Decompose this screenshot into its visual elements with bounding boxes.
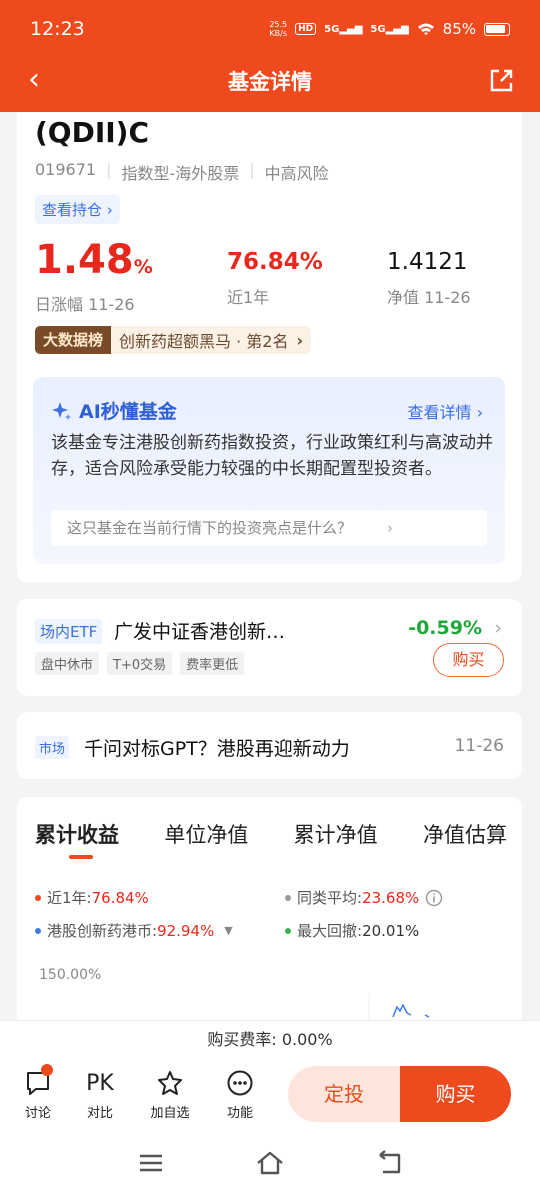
fund-stats: 1.48% 日涨幅 11-26 76.84% 近1年 1.4121 净值 11-…	[35, 238, 505, 314]
status-bar: 12:23 25.5 KB/s HD 5G▂▄▆ 5G▂▄▆ 85%	[0, 0, 540, 58]
day-change-label: 日涨幅 11-26	[35, 295, 135, 314]
back-nav-icon[interactable]	[375, 1148, 405, 1178]
fund-summary-card: (QDII)C 019671 | 指数型-海外股票 | 中高风险 查看持仓 › …	[17, 112, 522, 582]
view-holdings-button[interactable]: 查看持仓 ›	[35, 195, 120, 224]
ai-summary-panel: AI秒懂基金 查看详情 › 该基金专注港股创新药指数投资，行业政策红利与高波动并…	[33, 377, 505, 564]
menu-icon[interactable]	[136, 1148, 166, 1178]
performance-tabs: 累计收益 单位净值 累计净值 净值估算	[35, 819, 507, 849]
etf-tag: 场内ETF	[35, 619, 103, 644]
back-icon[interactable]: ‹	[28, 65, 40, 95]
tab-cumulative-nav[interactable]: 累计净值	[294, 819, 378, 849]
system-nav-bar	[0, 1132, 540, 1194]
ai-view-details-link[interactable]: 查看详情 ›	[408, 399, 484, 423]
rank-text: 创新药超额黑马 · 第2名	[119, 332, 289, 351]
news-date: 11-26	[454, 736, 504, 756]
hd-icon: HD	[295, 23, 317, 35]
buy-button[interactable]: 购买	[400, 1066, 511, 1122]
legend-item-index[interactable]: 港股创新药港币: 92.94% ▼	[35, 920, 233, 941]
news-tag: 市场	[35, 736, 70, 759]
auto-invest-button[interactable]: 定投	[288, 1066, 400, 1122]
etf-change: -0.59%	[408, 617, 482, 639]
battery-icon	[484, 22, 510, 36]
day-change-value: 1.48	[35, 237, 134, 283]
signal-5g-icon: 5G▂▄▆	[324, 23, 363, 35]
etf-name: 广发中证香港创新…	[114, 621, 286, 643]
legend-item-peer-average: 同类平均: 23.68%	[285, 887, 443, 908]
star-icon	[158, 1071, 182, 1095]
chevron-right-icon: ›	[494, 617, 502, 639]
legend-dot	[285, 894, 291, 901]
signal-5g-icon-2: 5G▂▄▆	[370, 23, 409, 35]
home-icon[interactable]	[255, 1148, 285, 1178]
fund-category: 指数型-海外股票	[121, 164, 240, 183]
info-icon[interactable]	[425, 889, 443, 907]
nav-stat: 1.4121 净值 11-26	[387, 246, 471, 308]
etf-chip: T+0交易	[107, 652, 173, 675]
etf-chips: 盘中休市 T+0交易 费率更低	[35, 652, 245, 675]
bottom-action-bar: 讨论 PK 对比 加自选 功能 定投 购买	[0, 1058, 540, 1132]
page-title: 基金详情	[228, 70, 312, 94]
year-return-stat: 76.84% 近1年	[227, 246, 323, 308]
add-watchlist-button[interactable]: 加自选	[145, 1068, 195, 1121]
fund-name: (QDII)C	[35, 116, 150, 149]
day-change-stat: 1.48% 日涨幅 11-26	[35, 237, 153, 314]
rank-tag: 大数据榜	[35, 326, 112, 354]
top-bar: 12:23 25.5 KB/s HD 5G▂▄▆ 5G▂▄▆ 85% ‹ 基金详…	[0, 0, 540, 112]
fund-risk: 中高风险	[264, 164, 329, 183]
nav-header: ‹ 基金详情	[0, 58, 540, 104]
tab-nav-estimate[interactable]: 净值估算	[423, 819, 507, 849]
legend-item-max-drawdown: 最大回撤: 20.01%	[285, 920, 419, 941]
net-speed: 25.5 KB/s	[269, 20, 288, 38]
etf-card[interactable]: 场内ETF 广发中证香港创新… -0.59% › 盘中休市 T+0交易 费率更低…	[17, 599, 522, 696]
active-tab-indicator	[69, 855, 93, 859]
legend-dot	[285, 927, 291, 934]
battery-percent: 85%	[442, 20, 476, 38]
etf-chip: 费率更低	[180, 652, 245, 675]
chevron-right-icon: ›	[387, 519, 393, 537]
etf-buy-button[interactable]: 购买	[433, 643, 504, 677]
year-return-label: 近1年	[227, 288, 270, 307]
etf-chip: 盘中休市	[35, 652, 100, 675]
tab-cumulative-return[interactable]: 累计收益	[35, 819, 119, 849]
legend-item-1y: 近1年: 76.84%	[35, 887, 149, 908]
tab-unit-nav[interactable]: 单位净值	[164, 819, 248, 849]
rank-banner[interactable]: 大数据榜 创新药超额黑马 · 第2名 ›	[35, 326, 312, 354]
more-functions-button[interactable]: 功能	[215, 1068, 265, 1121]
performance-card: 累计收益 单位净值 累计净值 净值估算 近1年: 76.84% 同类平均: 23.6…	[17, 797, 522, 1037]
sparkle-icon	[52, 401, 71, 420]
wifi-icon	[417, 23, 434, 35]
chevron-right-icon: ›	[296, 330, 304, 350]
news-card[interactable]: 市场 千问对标GPT？港股再迎新动力 11-26	[17, 712, 522, 779]
ai-question-button[interactable]: 这只基金在当前行情下的投资亮点是什么？ ›	[51, 510, 487, 546]
notification-badge	[41, 1064, 53, 1076]
legend-dot	[35, 894, 41, 901]
nav-label: 净值 11-26	[387, 288, 471, 307]
news-title: 千问对标GPT？港股再迎新动力	[84, 738, 350, 760]
dropdown-icon: ▼	[224, 924, 233, 937]
chart-y-top-label: 150.00%	[39, 967, 102, 983]
share-icon[interactable]	[488, 68, 514, 94]
purchase-fee-bar: 购买费率: 0.00%	[0, 1020, 540, 1058]
fund-meta: 019671 | 指数型-海外股票 | 中高风险	[35, 160, 329, 183]
chart-line-fragment	[368, 993, 430, 1023]
discuss-button[interactable]: 讨论	[13, 1064, 63, 1121]
status-time: 12:23	[30, 18, 85, 40]
fund-code: 019671	[35, 160, 97, 179]
ai-title: AI秒懂基金	[51, 397, 177, 424]
nav-value: 1.4121	[387, 249, 468, 275]
pk-icon: PK	[86, 1070, 114, 1096]
ai-description: 该基金专注港股创新药指数投资，行业政策红利与高波动并存，适合风险承受能力较强的中…	[51, 433, 493, 479]
legend-dot	[35, 927, 41, 934]
status-icons: 25.5 KB/s HD 5G▂▄▆ 5G▂▄▆ 85%	[269, 20, 510, 38]
more-dots-icon	[227, 1070, 253, 1096]
year-return-value: 76.84%	[227, 249, 323, 275]
compare-button[interactable]: PK 对比	[75, 1068, 125, 1122]
